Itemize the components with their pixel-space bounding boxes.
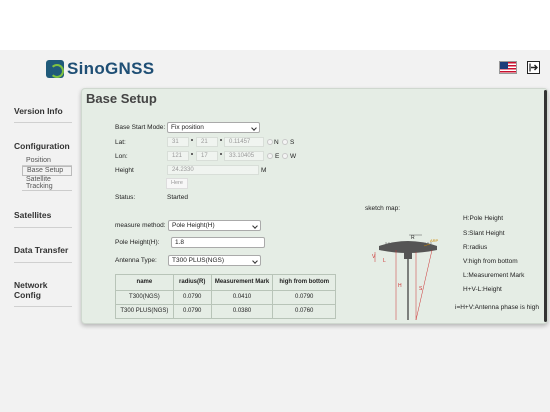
pole-height-label: Pole Height(H): bbox=[115, 239, 160, 246]
base-start-mode-label: Base Start Mode: bbox=[115, 124, 166, 131]
configuration-submenu: Position Base Setup Satellite Tracking bbox=[22, 157, 72, 191]
us-flag-icon[interactable] bbox=[499, 61, 517, 74]
lat-label: Lat: bbox=[115, 139, 126, 146]
lat-n-radio[interactable] bbox=[267, 139, 273, 145]
lat-s-label: S bbox=[290, 139, 295, 146]
col-name-header: name bbox=[115, 274, 174, 291]
lat-minute-input[interactable]: 21 bbox=[196, 137, 218, 147]
antenna-type-select[interactable]: T300 PLUS(NGS) bbox=[168, 255, 261, 266]
lon-w-radio[interactable] bbox=[282, 153, 288, 159]
measure-method-select[interactable]: Pole Height(H) bbox=[168, 220, 261, 231]
height-input[interactable]: 24.2330 bbox=[167, 165, 259, 175]
nav-divider bbox=[14, 122, 72, 123]
legend-radius: R:radius bbox=[463, 244, 488, 251]
col-radius-header: radius(R) bbox=[172, 274, 212, 291]
legend-measurement-mark: L:Measurement Mark bbox=[463, 272, 525, 279]
high-from-bottom-cell: 0.0760 bbox=[272, 304, 336, 319]
measurement-mark-cell: 0.0380 bbox=[210, 304, 274, 319]
radius-cell: 0.0790 bbox=[172, 304, 212, 319]
lat-second-input[interactable]: 0.11457 bbox=[224, 137, 264, 147]
legend-height-formula: H+V-L:Height bbox=[463, 286, 502, 293]
minute-separator bbox=[220, 153, 222, 155]
height-unit: M bbox=[261, 167, 267, 174]
radius-cell: 0.0790 bbox=[172, 290, 212, 305]
page-title: Base Setup bbox=[86, 91, 157, 106]
status-label: Status: bbox=[115, 194, 136, 201]
lat-degree-input[interactable]: 31 bbox=[167, 137, 189, 147]
antenna-type-label: Antenna Type: bbox=[115, 257, 157, 264]
sinognss-logo-icon bbox=[46, 60, 64, 78]
table-header-row: name radius(R) Measurement Mark high fro… bbox=[115, 274, 336, 291]
nav-data-transfer[interactable]: Data Transfer bbox=[14, 245, 72, 255]
sketch-l-label: L bbox=[383, 258, 386, 264]
col-measurement-mark-header: Measurement Mark bbox=[210, 274, 274, 291]
subnav-position[interactable]: Position bbox=[22, 157, 72, 166]
nav-configuration[interactable]: Configuration bbox=[14, 141, 72, 151]
high-from-bottom-cell: 0.0790 bbox=[272, 290, 336, 305]
lon-w-label: W bbox=[290, 153, 297, 160]
lon-e-label: E bbox=[275, 153, 280, 160]
measurement-mark-cell: 0.0410 bbox=[210, 290, 274, 305]
legend-slant-height: S:Slant Height bbox=[463, 230, 505, 237]
measure-method-label: measure method: bbox=[115, 222, 166, 229]
minute-separator bbox=[220, 139, 222, 141]
nav-network-config[interactable]: Network Config bbox=[14, 280, 72, 300]
table-row: T300 PLUS(NGS) 0.0790 0.0380 0.0760 bbox=[115, 304, 336, 319]
nav-version-info[interactable]: Version Info bbox=[14, 106, 72, 116]
degree-separator bbox=[191, 139, 193, 141]
lon-second-input[interactable]: 33.10405 bbox=[224, 151, 264, 161]
nav-divider bbox=[14, 306, 72, 307]
legend-pole-height: H:Pole Height bbox=[463, 215, 504, 222]
logout-icon[interactable] bbox=[527, 61, 540, 74]
lon-minute-input[interactable]: 17 bbox=[196, 151, 218, 161]
col-high-from-bottom-header: high from bottom bbox=[272, 274, 336, 291]
table-row: T300(NGS) 0.0790 0.0410 0.0790 bbox=[115, 290, 336, 305]
sidebar: Version Info Configuration Position Base… bbox=[0, 90, 80, 412]
nav-divider bbox=[14, 262, 72, 263]
legend-high-from-bottom: V:high from bottom bbox=[463, 258, 518, 265]
sketch-map-label: sketch map: bbox=[365, 205, 401, 212]
panel-scrollbar[interactable] bbox=[544, 90, 547, 322]
lat-s-radio[interactable] bbox=[282, 139, 288, 145]
subnav-base-setup[interactable]: Base Setup bbox=[22, 166, 72, 176]
sketch-arp-label: ARP bbox=[430, 238, 439, 243]
nav-satellites[interactable]: Satellites bbox=[14, 210, 72, 220]
antenna-table: name radius(R) Measurement Mark high fro… bbox=[115, 274, 336, 319]
base-start-mode-select[interactable]: Fix position bbox=[167, 122, 260, 133]
height-label: Height bbox=[115, 167, 134, 174]
nav-divider bbox=[14, 227, 72, 228]
subnav-satellite-tracking[interactable]: Satellite Tracking bbox=[22, 176, 72, 191]
brand-name: SinoGNSS bbox=[67, 59, 155, 78]
sketch-h-label: H bbox=[398, 283, 402, 289]
here-button[interactable]: Here bbox=[166, 178, 188, 189]
lon-degree-input[interactable]: 121 bbox=[167, 151, 189, 161]
status-value: Started bbox=[167, 194, 188, 201]
antenna-sketch-diagram: R V L H S ARP bbox=[372, 234, 439, 321]
sketch-v-label: V bbox=[372, 254, 376, 260]
legend-antenna-phase: i=H+V:Antenna phase is high bbox=[455, 304, 539, 311]
antenna-name-cell: T300(NGS) bbox=[115, 290, 174, 305]
lon-label: Lon: bbox=[115, 153, 128, 160]
sketch-r-label: R bbox=[411, 235, 415, 241]
lat-n-label: N bbox=[274, 139, 279, 146]
antenna-name-cell: T300 PLUS(NGS) bbox=[115, 304, 174, 319]
top-bar bbox=[0, 0, 550, 50]
pole-height-input[interactable]: 1.8 bbox=[171, 237, 265, 248]
lon-e-radio[interactable] bbox=[267, 153, 273, 159]
brand-logo: SinoGNSS bbox=[46, 59, 154, 79]
degree-separator bbox=[191, 153, 193, 155]
